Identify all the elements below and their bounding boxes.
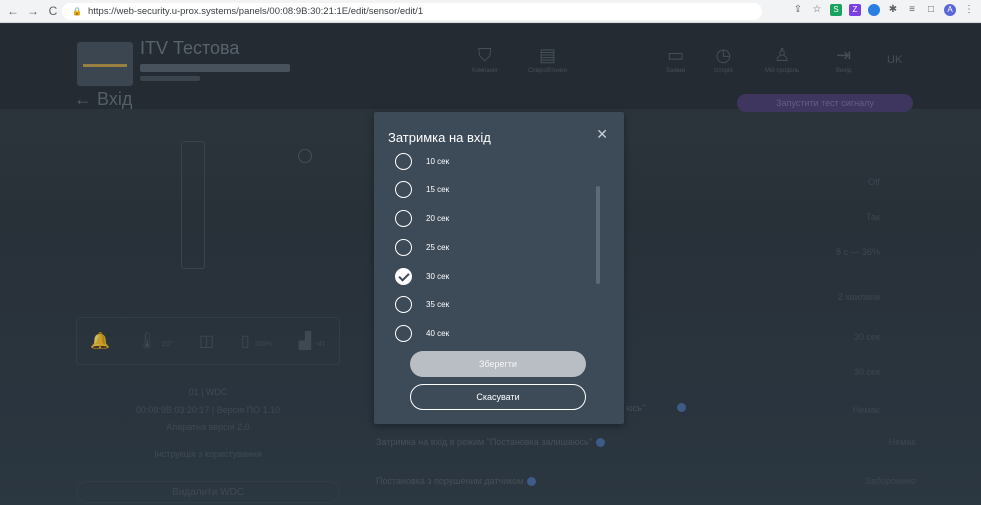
option-15-sec[interactable]: 15 сек — [395, 179, 449, 199]
option-10-sec[interactable]: 10 сек — [395, 151, 449, 171]
address-bar[interactable]: 🔒 https://web-security.u-prox.systems/pa… — [62, 3, 762, 20]
back-icon[interactable]: ← — [6, 4, 20, 18]
extension-icon[interactable]: Z — [849, 4, 861, 16]
option-label: 25 сек — [426, 242, 450, 252]
forward-icon[interactable]: → — [26, 4, 40, 18]
radio-button[interactable] — [395, 238, 412, 256]
radio-button-checked[interactable] — [395, 267, 412, 285]
cancel-button[interactable]: Скасувати — [410, 384, 586, 410]
reading-list-icon[interactable]: ≡ — [906, 4, 918, 16]
option-label: 15 сек — [426, 184, 450, 194]
option-label: 40 сек — [426, 328, 450, 338]
entry-delay-dialog: Затримка на вхід ✕ 10 сек 15 сек 20 сек … — [374, 112, 624, 424]
option-20-sec[interactable]: 20 сек — [395, 208, 449, 228]
side-panel-icon[interactable]: □ — [925, 4, 937, 16]
star-icon[interactable]: ☆ — [811, 4, 823, 16]
reload-icon[interactable]: C — [46, 4, 60, 18]
option-label: 20 сек — [426, 213, 450, 223]
option-40-sec[interactable]: 40 сек — [395, 323, 449, 343]
share-icon[interactable]: ⇪ — [792, 4, 804, 16]
extension-icon[interactable] — [868, 4, 880, 16]
radio-button[interactable] — [395, 152, 412, 170]
lock-icon: 🔒 — [72, 7, 82, 16]
option-35-sec[interactable]: 35 сек — [395, 294, 449, 314]
avatar[interactable]: A — [944, 4, 956, 16]
option-30-sec[interactable]: 30 сек — [395, 266, 449, 286]
radio-button[interactable] — [395, 295, 412, 313]
extension-icon[interactable]: S — [830, 4, 842, 16]
scrollbar[interactable] — [596, 186, 600, 284]
option-25-sec[interactable]: 25 сек — [395, 237, 449, 257]
save-button[interactable]: Зберегти — [410, 351, 586, 377]
option-label: 10 сек — [426, 156, 450, 166]
dialog-title: Затримка на вхід — [388, 130, 491, 145]
browser-toolbar: ← → C 🔒 https://web-security.u-prox.syst… — [0, 0, 981, 23]
option-label: 30 сек — [426, 271, 450, 281]
radio-button[interactable] — [395, 180, 412, 198]
radio-button[interactable] — [395, 324, 412, 342]
url-text: https://web-security.u-prox.systems/pane… — [87, 6, 424, 17]
radio-button[interactable] — [395, 209, 412, 227]
close-icon[interactable]: ✕ — [596, 126, 608, 143]
menu-icon[interactable]: ⋮ — [963, 4, 975, 16]
puzzle-icon[interactable]: ✱ — [887, 4, 899, 16]
option-label: 35 сек — [426, 299, 450, 309]
